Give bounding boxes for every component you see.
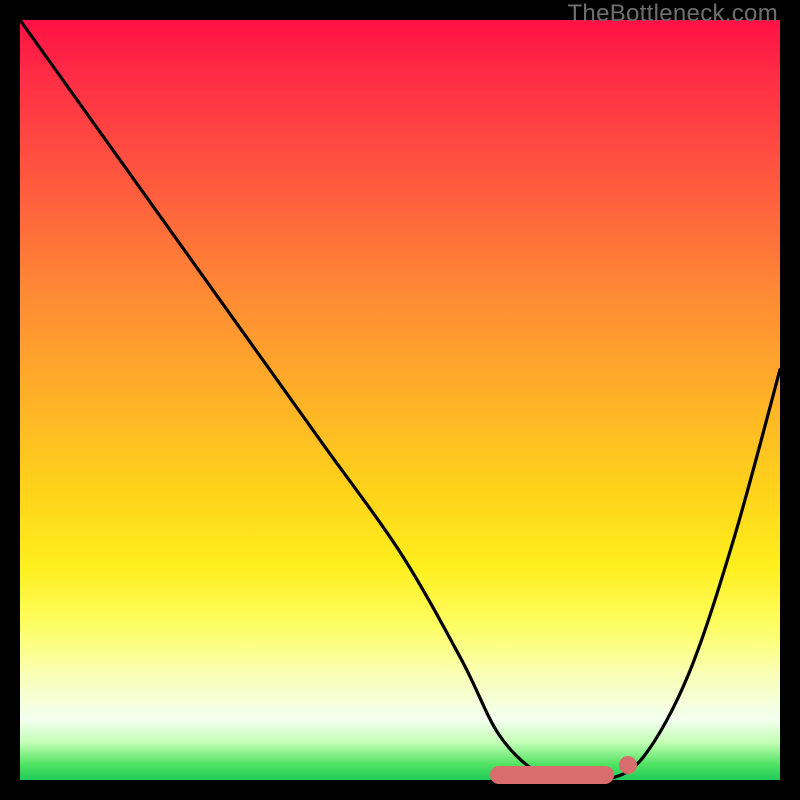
chart-background-gradient [20, 20, 780, 780]
chart-frame [20, 20, 780, 780]
optimal-point-marker [619, 756, 637, 774]
watermark-text: TheBottleneck.com [567, 0, 778, 28]
optimal-range-marker [490, 766, 614, 784]
